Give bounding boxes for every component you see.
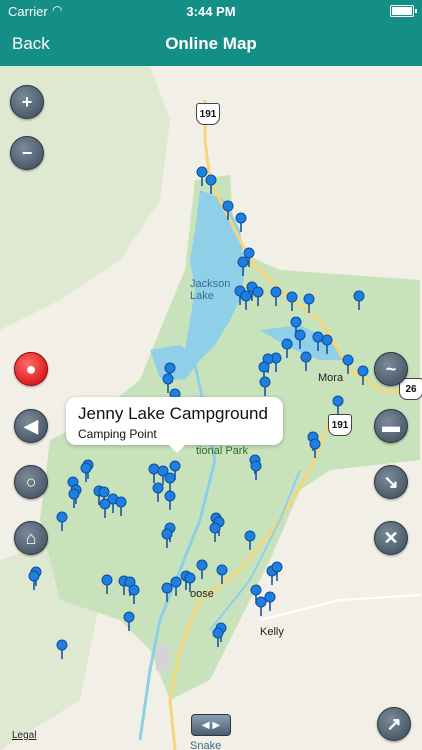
hiking-icon[interactable]: ↘ (374, 465, 408, 499)
town-label-moran: Mora (318, 372, 344, 384)
map-pin[interactable] (255, 596, 267, 608)
map-pin[interactable] (80, 462, 92, 474)
map-pin[interactable] (353, 290, 365, 302)
map-pin[interactable] (148, 463, 160, 475)
map-pin[interactable] (244, 530, 256, 542)
map-pin[interactable] (321, 334, 333, 346)
map-pin[interactable] (101, 574, 113, 586)
map-pin[interactable] (184, 572, 196, 584)
search-icon[interactable]: ○ (14, 465, 48, 499)
map-pin[interactable] (286, 291, 298, 303)
map-pin[interactable] (342, 354, 354, 366)
map-pin[interactable] (212, 627, 224, 639)
river-label: Snake (190, 740, 222, 750)
map-pin[interactable] (290, 316, 302, 328)
map-pin[interactable] (169, 460, 181, 472)
map-pin[interactable] (250, 584, 262, 596)
park-label: tional Park (196, 445, 248, 457)
map-pin[interactable] (252, 286, 264, 298)
nav-bar: Back Online Map (0, 22, 422, 66)
map-pin[interactable] (264, 591, 276, 603)
lake-label: Jackson Lake (190, 278, 231, 302)
map-pin[interactable] (303, 293, 315, 305)
map-pin[interactable] (271, 561, 283, 573)
compass-icon[interactable]: ↗ (377, 707, 411, 741)
map-pin[interactable] (235, 212, 247, 224)
legal-link[interactable]: Legal (12, 730, 36, 741)
map-pin[interactable] (164, 472, 176, 484)
map-pin[interactable] (164, 490, 176, 502)
status-bar: Carrier ◠ 3:44 PM (0, 0, 422, 22)
map-pin[interactable] (68, 488, 80, 500)
map-pin[interactable] (309, 438, 321, 450)
map-pin[interactable] (250, 460, 262, 472)
highway-shield-191: 191 (196, 103, 220, 125)
map-pin[interactable] (237, 256, 249, 268)
map-pin[interactable] (281, 338, 293, 350)
map-pin[interactable] (56, 511, 68, 523)
map-pin[interactable] (300, 351, 312, 363)
town-label-kelly: Kelly (260, 626, 284, 638)
map-callout[interactable]: Jenny Lake Campground Camping Point (66, 397, 283, 453)
pan-arrows-button[interactable]: ◀ ▶ (191, 714, 231, 736)
map-pin[interactable] (259, 376, 271, 388)
map-pin[interactable] (243, 247, 255, 259)
map-pin[interactable] (99, 498, 111, 510)
highway-shield-191: 191 (328, 414, 352, 436)
map-pin[interactable] (222, 200, 234, 212)
pin-icon[interactable]: ● (14, 352, 48, 386)
map-pin[interactable] (196, 166, 208, 178)
map-pin[interactable] (258, 361, 270, 373)
town-label-moose: oose (190, 588, 214, 600)
map-pin[interactable] (164, 362, 176, 374)
callout-subtitle: Camping Point (78, 427, 157, 441)
map-pin[interactable] (170, 576, 182, 588)
home-icon[interactable]: ⌂ (14, 521, 48, 555)
battery-icon (390, 5, 417, 17)
map-pin[interactable] (205, 174, 217, 186)
map-pin[interactable] (162, 373, 174, 385)
map-pin[interactable] (357, 365, 369, 377)
map-pin[interactable] (196, 559, 208, 571)
map-pin[interactable] (161, 528, 173, 540)
map-pin[interactable] (161, 582, 173, 594)
tools-icon[interactable]: ✕ (374, 521, 408, 555)
map-pin[interactable] (123, 611, 135, 623)
map-pin[interactable] (56, 639, 68, 651)
map-pin[interactable] (270, 286, 282, 298)
callout-pointer (169, 445, 185, 453)
track-icon[interactable]: ~ (374, 352, 408, 386)
map-pin[interactable] (152, 482, 164, 494)
locate-arrow-icon[interactable]: ◀ (14, 409, 48, 443)
callout-title: Jenny Lake Campground (78, 404, 268, 423)
zoom-in-button[interactable]: + (10, 85, 44, 119)
page-title: Online Map (165, 34, 257, 53)
status-time: 3:44 PM (186, 4, 236, 19)
map-pin[interactable] (312, 331, 324, 343)
map-pin[interactable] (240, 290, 252, 302)
map-pin[interactable] (98, 486, 110, 498)
map-pin[interactable] (294, 329, 306, 341)
map-pin[interactable] (216, 564, 228, 576)
map-pin[interactable] (115, 496, 127, 508)
map-pin[interactable] (209, 522, 221, 534)
map-pin[interactable] (332, 395, 344, 407)
map-pin[interactable] (28, 570, 40, 582)
car-icon[interactable]: ▬ (374, 409, 408, 443)
map-pin[interactable] (128, 584, 140, 596)
zoom-out-button[interactable]: − (10, 136, 44, 170)
